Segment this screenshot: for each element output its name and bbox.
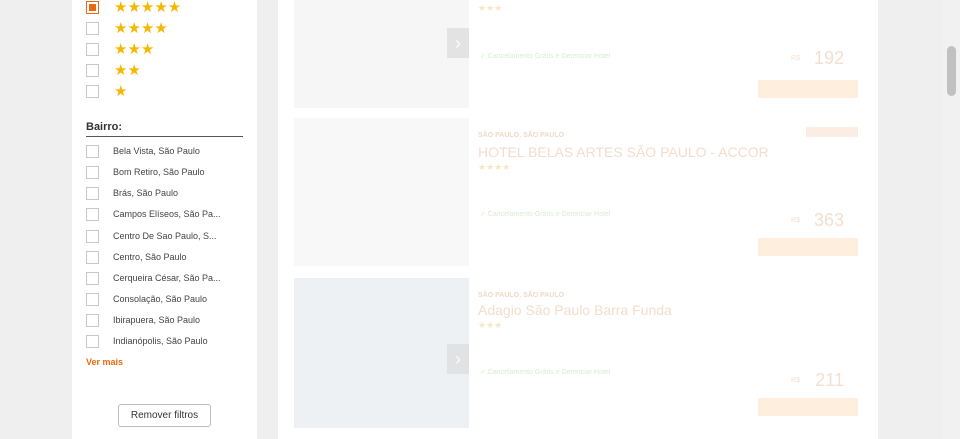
hotel-price: 363 <box>813 210 844 230</box>
hotel-price: 192 <box>813 48 844 68</box>
star-filter-5-checkbox[interactable] <box>86 0 99 14</box>
star-filter-4[interactable]: ★★★★ <box>86 20 168 36</box>
neighborhood-label: Indianópolis, São Paulo <box>113 336 208 346</box>
neighborhood-label: Consolação, São Paulo <box>113 294 208 304</box>
results-list: › ★★★ ✓ Cancelamento Grátis e Gerenciar … <box>278 0 878 439</box>
neighborhood-item[interactable]: Brás, São Paulo <box>86 186 178 200</box>
neighborhood-item[interactable]: Centro De Sao Paulo, S... <box>86 229 217 243</box>
page-scrollbar[interactable] <box>943 0 960 439</box>
neighborhood-item[interactable]: Bela Vista, São Paulo <box>86 144 200 158</box>
hotel-card[interactable]: › SÃO PAULO, SÃO PAULO Adagio São Paulo … <box>278 278 878 428</box>
neighborhood-label: Centro, São Paulo <box>113 252 187 262</box>
section-divider <box>86 136 243 137</box>
star-filter-4-checkbox[interactable] <box>86 21 99 35</box>
price-box: 363 R$ <box>758 210 858 234</box>
see-more-link[interactable]: Ver mais <box>86 357 123 367</box>
neighborhood-item[interactable]: Centro, São Paulo <box>86 250 187 264</box>
neighborhood-checkbox[interactable] <box>86 186 99 200</box>
next-image-icon[interactable]: › <box>447 344 469 374</box>
neighborhood-label: Campos Elíseos, São Pa... <box>113 209 221 219</box>
neighborhood-item[interactable]: Consolação, São Paulo <box>86 292 207 306</box>
neighborhood-checkbox[interactable] <box>86 313 99 327</box>
hotel-city: SÃO PAULO, SÃO PAULO <box>478 292 565 299</box>
book-button[interactable] <box>758 238 858 256</box>
cancellation-note: ✓ Cancelamento Grátis e Gerenciar Hotel <box>480 211 611 218</box>
star-filter-5[interactable]: ★★★★★ <box>86 0 181 15</box>
star-filter-2[interactable]: ★★ <box>86 62 141 78</box>
hotel-card[interactable]: › ★★★ ✓ Cancelamento Grátis e Gerenciar … <box>278 0 878 108</box>
star-filter-1-checkbox[interactable] <box>86 84 99 98</box>
hotel-image[interactable] <box>294 118 469 266</box>
cancellation-note: ✓ Cancelamento Grátis e Gerenciar Hotel <box>480 53 611 60</box>
book-button[interactable] <box>758 80 858 98</box>
star-rating-1-icon: ★ <box>114 82 128 100</box>
hotel-price: 211 <box>815 370 844 390</box>
hotel-stars: ★★★ <box>478 4 503 14</box>
neighborhood-checkbox[interactable] <box>86 292 99 306</box>
cancellation-note: ✓ Cancelamento Grátis e Gerenciar Hotel <box>480 369 611 376</box>
neighborhood-checkbox[interactable] <box>86 229 99 243</box>
star-filter-3-checkbox[interactable] <box>86 42 99 56</box>
neighborhood-item[interactable]: Ibirapuera, São Paulo <box>86 313 200 327</box>
hotel-city: SÃO PAULO, SÃO PAULO <box>478 132 565 139</box>
hotel-name[interactable]: HOTEL BELAS ARTES SÃO PAULO - ACCOR <box>478 144 769 160</box>
hotel-stars: ★★★ <box>478 321 503 331</box>
star-rating-4-icon: ★★★★ <box>114 19 168 37</box>
remove-filters-button[interactable]: Remover filtros <box>118 404 211 427</box>
neighborhood-item[interactable]: Cerqueira César, São Pa... <box>86 271 221 285</box>
star-filter-2-checkbox[interactable] <box>86 63 99 77</box>
price-currency: R$ <box>791 55 800 62</box>
neighborhood-checkbox[interactable] <box>86 334 99 348</box>
neighborhood-label: Brás, São Paulo <box>113 188 179 198</box>
star-filter-3[interactable]: ★★★ <box>86 41 154 57</box>
neighborhood-checkbox[interactable] <box>86 250 99 264</box>
neighborhood-checkbox[interactable] <box>86 144 99 158</box>
neighborhood-label: Ibirapuera, São Paulo <box>113 315 201 325</box>
hotel-stars: ★★★★ <box>478 163 511 173</box>
star-rating-3-icon: ★★★ <box>114 40 155 58</box>
neighborhood-label: Bela Vista, São Paulo <box>113 146 200 156</box>
star-rating-5-icon: ★★★★★ <box>114 0 182 16</box>
neighborhood-title: Bairro: <box>86 121 123 133</box>
price-currency: R$ <box>791 217 800 224</box>
neighborhood-item[interactable]: Bom Retiro, São Paulo <box>86 165 205 179</box>
price-box: 192 R$ <box>758 48 858 72</box>
star-rating-2-icon: ★★ <box>114 61 141 79</box>
neighborhood-label: Centro De Sao Paulo, S... <box>113 231 217 241</box>
filter-sidebar: ★★★★★ ★★★★ ★★★ ★★ ★ Bairro: Bela Vista, … <box>72 0 257 439</box>
star-filter-1[interactable]: ★ <box>86 83 127 99</box>
price-currency: R$ <box>791 377 800 384</box>
neighborhood-label: Bom Retiro, São Paulo <box>113 167 205 177</box>
next-image-icon[interactable]: › <box>447 28 469 58</box>
neighborhood-checkbox[interactable] <box>86 207 99 221</box>
hotel-image[interactable]: › <box>294 278 469 428</box>
neighborhood-item[interactable]: Campos Elíseos, São Pa... <box>86 207 221 221</box>
price-box: 211 R$ <box>758 370 858 394</box>
hotel-name[interactable]: Adagio São Paulo Barra Funda <box>478 302 672 318</box>
neighborhood-checkbox[interactable] <box>86 271 99 285</box>
status-badge <box>806 127 858 137</box>
scrollbar-thumb[interactable] <box>947 46 956 96</box>
hotel-card[interactable]: SÃO PAULO, SÃO PAULO HOTEL BELAS ARTES S… <box>278 118 878 266</box>
neighborhood-checkbox[interactable] <box>86 165 99 179</box>
neighborhood-label: Cerqueira César, São Pa... <box>113 273 221 283</box>
hotel-image[interactable]: › <box>294 0 469 108</box>
neighborhood-item[interactable]: Indianópolis, São Paulo <box>86 334 208 348</box>
book-button[interactable] <box>758 398 858 416</box>
